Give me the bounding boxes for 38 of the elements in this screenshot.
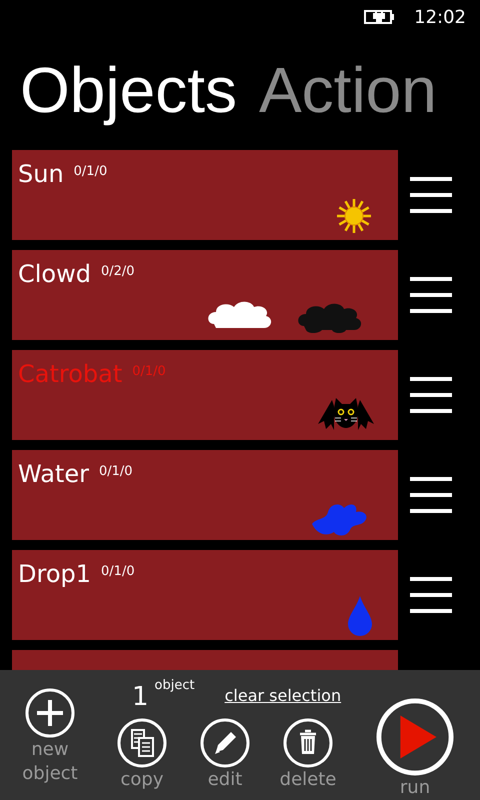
clock-time: 12:02 (414, 6, 466, 28)
run-button[interactable]: run (375, 698, 455, 800)
object-name: Catrobat (18, 360, 122, 388)
battery-charging-icon (364, 9, 396, 25)
copy-icon (117, 718, 167, 768)
object-card[interactable]: Drop1 0/1/0 (12, 550, 398, 640)
object-counts: 0/1/0 (101, 563, 135, 579)
pencil-icon (200, 718, 250, 768)
edit-button[interactable]: edit (200, 718, 250, 792)
selection-count: 1 (132, 682, 149, 712)
pivot-tab[interactable]: Objects (20, 54, 237, 128)
drag-handle-icon[interactable] (410, 275, 452, 315)
water-drop-icon (346, 594, 374, 636)
play-icon (375, 698, 455, 776)
new-object-button[interactable]: new object (15, 688, 85, 800)
selection-unit: object (154, 678, 195, 693)
object-name: Water (18, 460, 89, 488)
object-counts: 0/1/0 (132, 363, 166, 379)
object-name: Drop1 (18, 560, 92, 588)
sun-icon (334, 196, 374, 236)
copy-button[interactable]: copy (117, 718, 167, 792)
drag-handle-icon[interactable] (410, 575, 452, 615)
object-card[interactable]: Water 0/1/0 (12, 450, 398, 540)
add-icon (25, 688, 75, 738)
object-name: Sun (18, 160, 64, 188)
object-counts: 0/1/0 (98, 463, 133, 479)
trash-icon (283, 718, 333, 768)
object-card[interactable]: Sun 0/1/0 (12, 150, 398, 240)
drag-handle-icon[interactable] (410, 475, 452, 515)
object-name: Clowd (18, 260, 91, 288)
drag-handle-icon[interactable] (410, 375, 452, 415)
object-counts: 0/2/0 (100, 263, 135, 279)
pivot-tab[interactable]: Action (258, 54, 437, 128)
delete-button[interactable]: delete (283, 718, 333, 792)
clear-selection-link[interactable]: clear selection (224, 686, 342, 705)
drag-handle-icon[interactable] (410, 175, 452, 215)
object-counts: 0/1/0 (74, 163, 108, 179)
object-card[interactable]: Clowd 0/2/0 (12, 250, 398, 340)
